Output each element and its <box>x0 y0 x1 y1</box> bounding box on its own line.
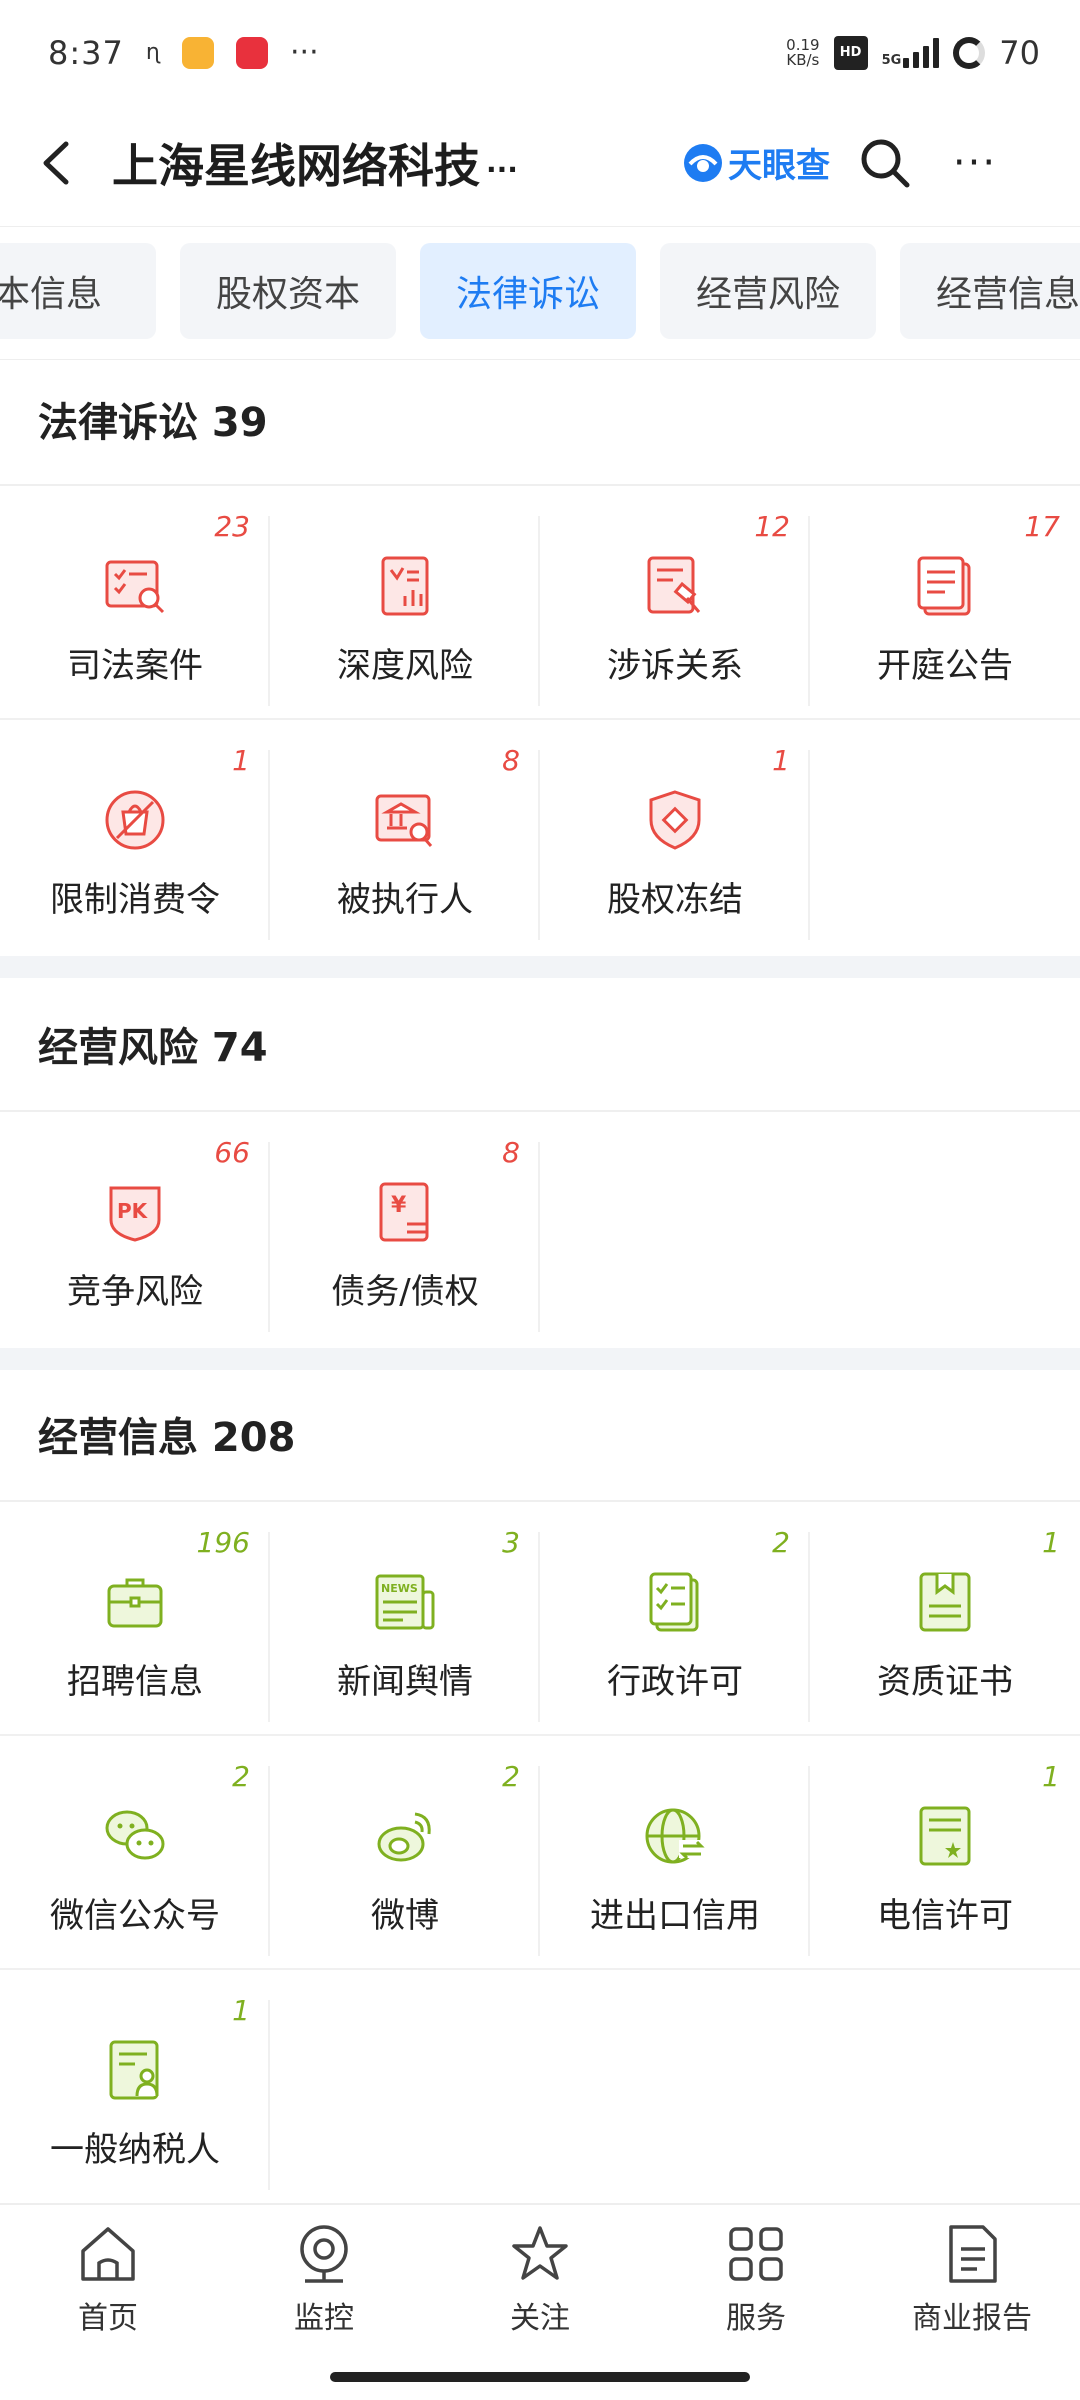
grid-item-competition-risk[interactable]: 66 PK 竞争风险 <box>0 1112 270 1346</box>
grid-item-debt[interactable]: 8 ¥ 债务/债权 <box>270 1112 540 1346</box>
grid-item-judicial-case[interactable]: 23 司法案件 <box>0 486 270 720</box>
report-icon <box>949 2225 997 2283</box>
search-icon <box>861 139 910 187</box>
certificate-icon <box>919 1572 971 1632</box>
bottom-nav: 首页 监控 关注 服务 商业报告 <box>0 2203 1080 2400</box>
tab-operation-info[interactable]: 经营信息 <box>900 243 1080 339</box>
consumption-ban-icon <box>105 790 165 850</box>
tab-operation-risk[interactable]: 经营风险 <box>660 243 876 339</box>
info-grid: 196 招聘信息 3 NEWS 新闻舆情 2 行政许可 1 资质证书 2 微信公… <box>0 1502 1080 2204</box>
shield-icon <box>649 790 701 850</box>
grid-item-wechat[interactable]: 2 微信公众号 <box>0 1736 270 1970</box>
status-time: 8:37 <box>48 33 124 72</box>
grid-item-import-export[interactable]: 进出口信用 <box>540 1736 810 1970</box>
grid-item-consumption-ban[interactable]: 1 限制消费令 <box>0 720 270 954</box>
grid-item-general-taxpayer[interactable]: 1 一般纳税人 <box>0 1970 270 2204</box>
weibo-icon <box>377 1812 431 1862</box>
tianyancha-logo: 天眼查 <box>682 138 830 187</box>
svg-text:¥: ¥ <box>391 1193 407 1218</box>
home-icon <box>81 2227 135 2281</box>
pk-icon: PK <box>109 1186 161 1242</box>
risk-grid: 66 PK 竞争风险 8 ¥ 债务/债权 <box>0 1112 1080 1346</box>
star-icon <box>512 2226 568 2280</box>
app-header: 上海星线网络科技 ··· 天眼查 ··· <box>0 105 1080 220</box>
grid-item-certificate[interactable]: 1 资质证书 <box>810 1502 1080 1736</box>
signal-icon <box>903 37 940 68</box>
mail-app-icon <box>182 36 214 69</box>
grid-item-telecom-license[interactable]: 1 电信许可 <box>810 1736 1080 1970</box>
eye-logo-icon <box>684 143 722 182</box>
category-tabs: 本信息 股权资本 法律诉讼 经营风险 经营信息 <box>0 226 1080 360</box>
signal-label: 5G <box>881 52 902 68</box>
nav-monitor[interactable]: 监控 <box>216 2223 432 2343</box>
tab-basic-info[interactable]: 本信息 <box>0 243 156 339</box>
nav-business-report[interactable]: 商业报告 <box>864 2223 1080 2343</box>
wechat-icon <box>105 1810 165 1860</box>
grid-icon <box>729 2227 783 2281</box>
svg-text:NEWS: NEWS <box>381 1582 418 1595</box>
flipboard-app-icon <box>236 36 268 69</box>
hd-icon: HD <box>833 35 868 70</box>
grid-item-equity-freeze[interactable]: 1 股权冻结 <box>540 720 810 954</box>
globe-trade-icon <box>645 1808 705 1864</box>
grid-item-court-notice[interactable]: 17 开庭公告 <box>810 486 1080 720</box>
grid-item-news[interactable]: 3 NEWS 新闻舆情 <box>270 1502 540 1736</box>
grid-item-deep-risk[interactable]: 深度风险 <box>270 486 540 720</box>
legal-grid: 23 司法案件 深度风险 12 涉诉关系 17 开庭公告 1 限制消费令 8 被… <box>0 486 1080 954</box>
battery-level: 70 <box>999 33 1040 72</box>
telecom-license-icon <box>919 1806 971 1866</box>
chevron-left-icon <box>43 141 69 184</box>
judicial-case-icon <box>105 560 165 614</box>
section-title-risk: 经营风险 74 <box>38 1025 268 1071</box>
network-speed: 0.19 KB/s <box>786 35 820 69</box>
grid-item-executed-person[interactable]: 8 被执行人 <box>270 720 540 954</box>
monitor-icon <box>300 2225 348 2283</box>
news-icon: NEWS <box>375 1574 435 1630</box>
section-title-legal: 法律诉讼 39 <box>38 400 268 446</box>
debt-icon: ¥ <box>379 1182 429 1242</box>
more-button[interactable]: ··· <box>940 128 1010 198</box>
litigation-relation-icon <box>647 556 701 614</box>
grid-item-admin-license[interactable]: 2 行政许可 <box>540 1502 810 1736</box>
battery-icon <box>953 36 986 69</box>
grid-item-recruitment[interactable]: 196 招聘信息 <box>0 1502 270 1736</box>
tab-legal[interactable]: 法律诉讼 <box>420 243 636 339</box>
nav-service[interactable]: 服务 <box>648 2223 864 2343</box>
deep-risk-icon <box>381 556 429 616</box>
page-title: 上海星线网络科技 ··· <box>112 138 518 193</box>
taxpayer-icon <box>109 2040 159 2100</box>
tab-equity-capital[interactable]: 股权资本 <box>180 243 396 339</box>
executed-person-icon <box>375 794 433 847</box>
svg-text:PK: PK <box>117 1199 149 1223</box>
grid-item-litigation-relation[interactable]: 12 涉诉关系 <box>540 486 810 720</box>
back-button[interactable] <box>30 133 80 193</box>
briefcase-icon <box>107 1578 163 1628</box>
court-notice-icon <box>917 556 971 616</box>
grid-item-weibo[interactable]: 2 微博 <box>270 1736 540 1970</box>
license-checklist-icon <box>649 1572 699 1632</box>
status-bar: 8:37 ɳ ··· 0.19 KB/s HD 5G 70 <box>0 0 1080 105</box>
home-indicator[interactable] <box>330 2372 750 2382</box>
section-title-info: 经营信息 208 <box>38 1415 296 1461</box>
search-button[interactable] <box>850 128 920 198</box>
nav-home[interactable]: 首页 <box>0 2223 216 2343</box>
nav-follow[interactable]: 关注 <box>432 2223 648 2343</box>
status-more: ··· <box>290 35 319 70</box>
data-saver-icon: ɳ <box>145 40 160 65</box>
